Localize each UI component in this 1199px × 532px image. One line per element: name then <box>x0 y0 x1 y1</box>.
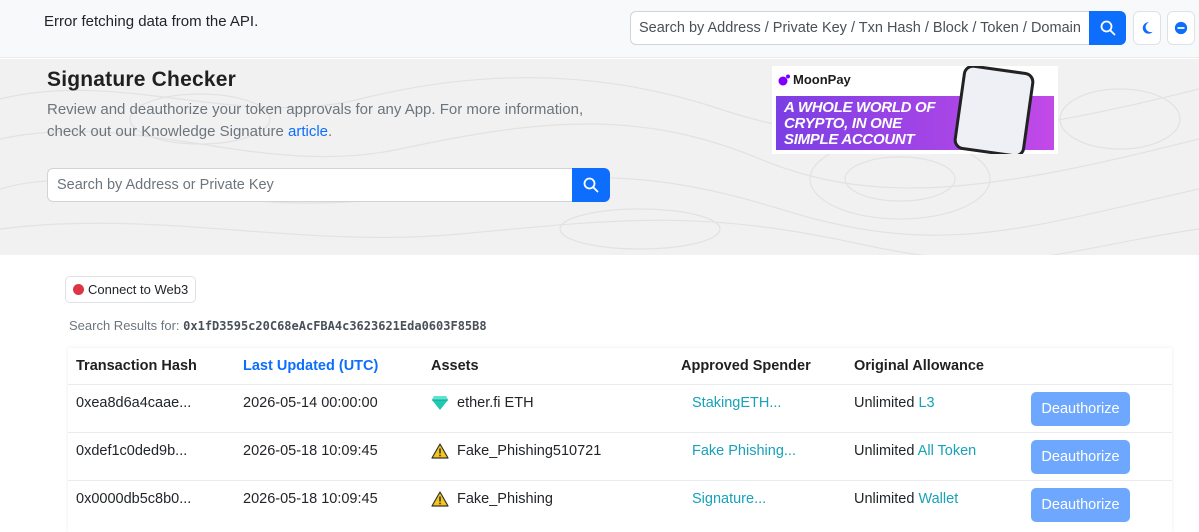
moonpay-ad-banner[interactable]: MoonPay A WHOLE WORLD OF CRYPTO, IN ONE … <box>772 66 1058 154</box>
moon-icon <box>1142 22 1153 34</box>
search-results-address: 0x1fD3595c20C68eAcFBA4c3623621Eda0603F85… <box>183 319 487 333</box>
top-bar: Error fetching data from the API. <box>0 0 1199 58</box>
table-row: 0xea8d6a4caae... 2026-05-14 00:00:00 eth… <box>68 385 1172 433</box>
description-end: . <box>328 123 333 140</box>
page-title: Signature Checker <box>47 68 236 91</box>
header-transaction-hash: Transaction Hash <box>76 358 197 374</box>
table-header: Transaction Hash Last Updated (UTC) Asse… <box>68 348 1172 385</box>
transaction-hash[interactable]: 0x0000db5c8b0... <box>76 491 191 507</box>
approved-spender-link[interactable]: StakingETH... <box>692 395 781 411</box>
last-updated: 2026-05-14 00:00:00 <box>243 395 378 411</box>
allowance-token-link[interactable]: L3 <box>918 395 934 411</box>
last-updated: 2026-05-18 10:09:45 <box>243 443 378 459</box>
approved-spender-link[interactable]: Signature... <box>692 491 766 507</box>
header-original-allowance: Original Allowance <box>854 358 984 374</box>
allowance-cell: Unlimited All Token <box>854 443 976 459</box>
theme-toggle-button[interactable] <box>1133 11 1161 45</box>
allowance-amount: Unlimited <box>854 443 915 459</box>
error-message: Error fetching data from the API. <box>44 13 259 30</box>
approvals-table: Transaction Hash Last Updated (UTC) Asse… <box>68 348 1172 532</box>
asset-cell: ether.fi ETH <box>431 395 534 411</box>
asset-name[interactable]: ether.fi ETH <box>457 395 534 411</box>
ad-line-3: SIMPLE ACCOUNT <box>784 131 915 148</box>
header-last-updated[interactable]: Last Updated (UTC) <box>243 358 378 374</box>
ad-line-1: A WHOLE WORLD OF <box>784 99 936 116</box>
warning-icon <box>431 491 449 507</box>
address-search-button[interactable] <box>572 168 610 202</box>
search-icon <box>583 177 599 193</box>
minus-circle-icon <box>1174 21 1188 35</box>
allowance-token-link[interactable]: All Token <box>918 443 977 459</box>
moonpay-logo-icon <box>778 74 790 85</box>
address-search-input[interactable] <box>47 168 572 202</box>
approved-spender-link[interactable]: Fake Phishing... <box>692 443 796 459</box>
global-search <box>630 11 1126 45</box>
ad-brand: MoonPay <box>778 72 851 87</box>
allowance-cell: Unlimited Wallet <box>854 491 958 507</box>
allowance-amount: Unlimited <box>854 491 915 507</box>
deauthorize-button[interactable]: Deauthorize <box>1031 392 1130 426</box>
status-dot-icon <box>73 284 84 295</box>
search-results-line: Search Results for: 0x1fD3595c20C68eAcFB… <box>69 318 487 333</box>
search-results-label: Search Results for: <box>69 318 184 333</box>
connect-web3-button[interactable]: Connect to Web3 <box>65 276 197 303</box>
search-icon <box>1100 20 1115 36</box>
allowance-cell: Unlimited L3 <box>854 395 935 411</box>
transaction-hash[interactable]: 0xea8d6a4caae... <box>76 395 191 411</box>
asset-cell: Fake_Phishing510721 <box>431 443 601 459</box>
header-approved-spender: Approved Spender <box>681 358 811 374</box>
article-link[interactable]: article <box>288 123 328 140</box>
ad-brand-name: MoonPay <box>793 72 851 87</box>
table-row: 0x0000db5c8b0... 2026-05-18 10:09:45 Fak… <box>68 481 1172 532</box>
phone-image <box>952 66 1036 154</box>
allowance-token-link[interactable]: Wallet <box>918 491 958 507</box>
connect-web3-label: Connect to Web3 <box>88 282 189 297</box>
last-updated: 2026-05-18 10:09:45 <box>243 491 378 507</box>
address-search <box>47 168 610 202</box>
blocker-toggle-button[interactable] <box>1167 11 1195 45</box>
warning-icon <box>431 443 449 459</box>
deauthorize-button[interactable]: Deauthorize <box>1031 488 1130 522</box>
global-search-input[interactable] <box>630 11 1089 45</box>
asset-cell: Fake_Phishing <box>431 491 553 507</box>
deauthorize-button[interactable]: Deauthorize <box>1031 440 1130 474</box>
asset-name[interactable]: Fake_Phishing <box>457 491 553 507</box>
header-assets: Assets <box>431 358 479 374</box>
diamond-icon <box>432 396 448 410</box>
allowance-amount: Unlimited <box>854 395 915 411</box>
table-row: 0xdef1c0ded9b... 2026-05-18 10:09:45 Fak… <box>68 433 1172 481</box>
asset-name[interactable]: Fake_Phishing510721 <box>457 443 601 459</box>
transaction-hash[interactable]: 0xdef1c0ded9b... <box>76 443 187 459</box>
global-search-button[interactable] <box>1089 11 1126 45</box>
page-description: Review and deauthorize your token approv… <box>47 99 607 143</box>
ad-line-2: CRYPTO, IN ONE <box>784 115 902 132</box>
